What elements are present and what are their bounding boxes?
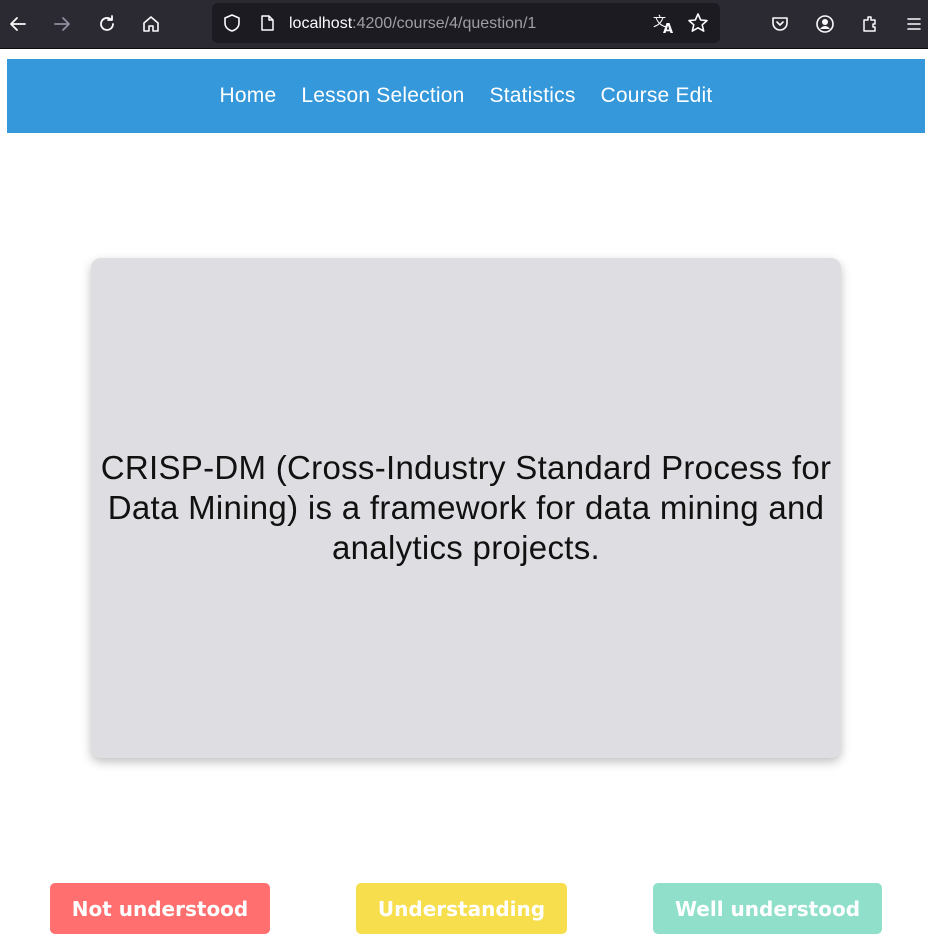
url-text[interactable]: localhost:4200/course/4/question/1 [289,14,536,34]
nav-course-edit[interactable]: Course Edit [601,84,713,108]
translate-icon[interactable]: 文A [652,13,676,35]
flashcard[interactable]: CRISP-DM (Cross-Industry Standard Proces… [91,258,841,758]
nav-home[interactable]: Home [220,84,277,108]
forward-icon [54,17,70,31]
extensions-icon [863,16,876,32]
pocket-button[interactable] [766,10,794,38]
extensions-button[interactable] [856,10,884,38]
forward-button[interactable] [48,10,76,38]
nav-statistics[interactable]: Statistics [490,84,576,108]
browser-toolbar: localhost:4200/course/4/question/1 文A [0,0,928,49]
back-icon [10,17,26,31]
svg-text:A: A [663,22,673,35]
url-path: :4200/course/4/question/1 [352,15,537,32]
account-button[interactable] [811,10,839,38]
url-host: localhost [289,15,353,32]
home-button[interactable] [137,10,165,38]
home-icon [143,16,159,32]
well-understood-button[interactable]: Well understood [653,883,882,934]
back-button[interactable] [4,10,32,38]
reload-button[interactable] [93,10,121,38]
reload-icon [100,15,114,31]
menu-button[interactable] [900,10,928,38]
star-icon[interactable] [687,12,709,34]
shield-icon[interactable] [222,13,242,33]
not-understood-button[interactable]: Not understood [50,883,270,934]
menu-icon [907,18,921,30]
page-icon[interactable] [258,14,276,32]
account-icon [816,15,834,33]
url-bar[interactable]: localhost:4200/course/4/question/1 文A [212,3,720,43]
understanding-button[interactable]: Understanding [356,883,567,934]
nav-lesson-selection[interactable]: Lesson Selection [301,84,464,108]
flashcard-text: CRISP-DM (Cross-Industry Standard Proces… [100,449,832,566]
pocket-icon [772,17,788,31]
main-navbar: Home Lesson Selection Statistics Course … [7,59,925,133]
